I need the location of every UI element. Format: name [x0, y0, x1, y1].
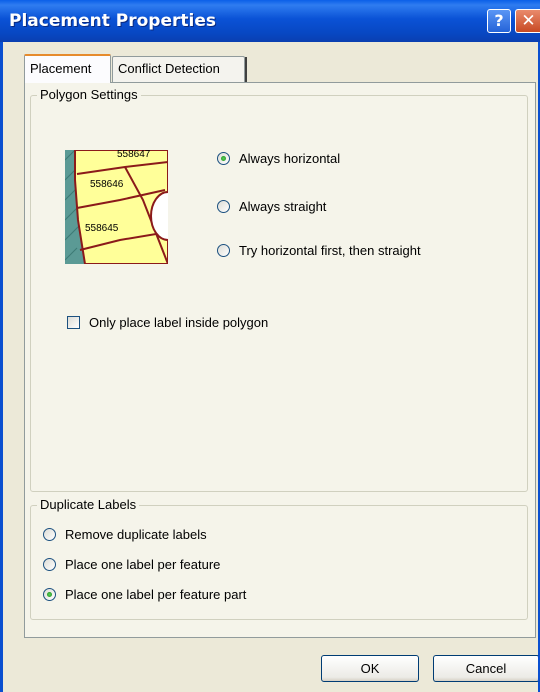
- polygon-settings-label: Polygon Settings: [37, 87, 141, 103]
- always-horizontal-label[interactable]: Always horizontal: [239, 151, 340, 167]
- always-horizontal-radio[interactable]: [217, 152, 230, 165]
- ok-button[interactable]: OK: [321, 655, 419, 682]
- help-icon: ?: [494, 11, 504, 30]
- always-straight-radio[interactable]: [217, 200, 230, 213]
- try-horizontal-first-radio[interactable]: [217, 244, 230, 257]
- preview-label-558645: 558645: [85, 223, 119, 234]
- one-per-feature-label[interactable]: Place one label per feature: [65, 557, 220, 573]
- help-button[interactable]: ?: [487, 9, 511, 33]
- preview-label-558647: 558647: [117, 150, 151, 160]
- cancel-button[interactable]: Cancel: [433, 655, 540, 682]
- duplicate-labels-label: Duplicate Labels: [37, 497, 140, 513]
- window-title: Placement Properties: [9, 11, 216, 31]
- tab-placement-label: Placement: [30, 61, 92, 76]
- try-horizontal-first-label[interactable]: Try horizontal first, then straight: [239, 243, 421, 259]
- tab-conflict-detection[interactable]: Conflict Detection: [112, 56, 247, 82]
- tab-placement[interactable]: Placement: [24, 54, 111, 83]
- preview-label-558646: 558646: [90, 179, 124, 190]
- one-per-feature-part-radio[interactable]: [43, 588, 56, 601]
- close-button[interactable]: ✕: [515, 9, 540, 33]
- polygon-preview-image: 558647 558646 558645: [65, 150, 168, 264]
- title-bar[interactable]: Placement Properties ? ✕: [0, 0, 540, 42]
- window-frame-left: [0, 42, 3, 692]
- one-per-feature-part-label[interactable]: Place one label per feature part: [65, 587, 246, 603]
- remove-duplicates-label[interactable]: Remove duplicate labels: [65, 527, 207, 543]
- remove-duplicates-radio[interactable]: [43, 528, 56, 541]
- only-inside-polygon-checkbox[interactable]: [67, 316, 80, 329]
- one-per-feature-radio[interactable]: [43, 558, 56, 571]
- always-straight-label[interactable]: Always straight: [239, 199, 326, 215]
- close-icon: ✕: [521, 11, 536, 31]
- tab-conflict-detection-label: Conflict Detection: [118, 61, 220, 76]
- only-inside-polygon-label[interactable]: Only place label inside polygon: [89, 315, 268, 331]
